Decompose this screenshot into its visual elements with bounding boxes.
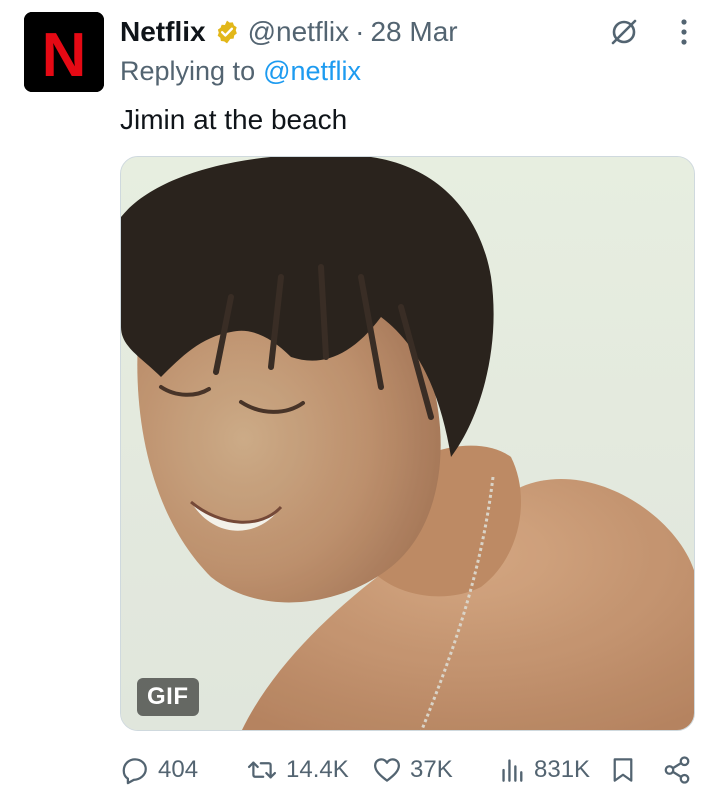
bookmark-button[interactable] [610,748,636,792]
tweet-media-gif[interactable]: GIF [120,156,695,731]
repost-icon [247,761,277,779]
reply-count: 404 [158,756,199,783]
replying-handle-link[interactable]: @netflix [263,56,361,87]
share-button[interactable] [662,748,692,792]
author-name[interactable]: Netflix [120,16,206,48]
replying-prefix: Replying to [120,55,256,86]
views-count: 831K [534,756,591,783]
repost-count: 14.4K [286,756,349,783]
grok-icon[interactable] [606,14,642,50]
more-options-icon[interactable] [676,14,692,50]
views-icon [502,759,523,782]
avatar[interactable]: N [24,12,104,92]
netflix-logo: N [24,12,104,92]
reply-icon [122,758,147,785]
tweet-date[interactable]: 28 Mar [370,16,457,48]
gif-image [121,157,694,730]
share-icon [664,756,690,784]
replying-to: Replying to @netflix [120,52,361,90]
tweet-text: Jimin at the beach [120,104,348,135]
tweet-actions: 404 14.4K 37K 831K [120,748,696,792]
gif-badge: GIF [137,678,199,716]
views-button[interactable]: 831K [500,748,590,792]
repost-button[interactable]: 14.4K [246,748,349,792]
author-handle[interactable]: @netflix [248,16,350,48]
like-button[interactable]: 37K [372,748,453,792]
netflix-logo-letter: N [42,21,87,90]
separator-dot: · [355,16,365,47]
heart-icon [374,758,400,782]
verified-badge-icon[interactable] [214,19,240,45]
reply-button[interactable]: 404 [120,748,198,792]
like-count: 37K [410,756,453,783]
bookmark-icon [613,758,633,782]
